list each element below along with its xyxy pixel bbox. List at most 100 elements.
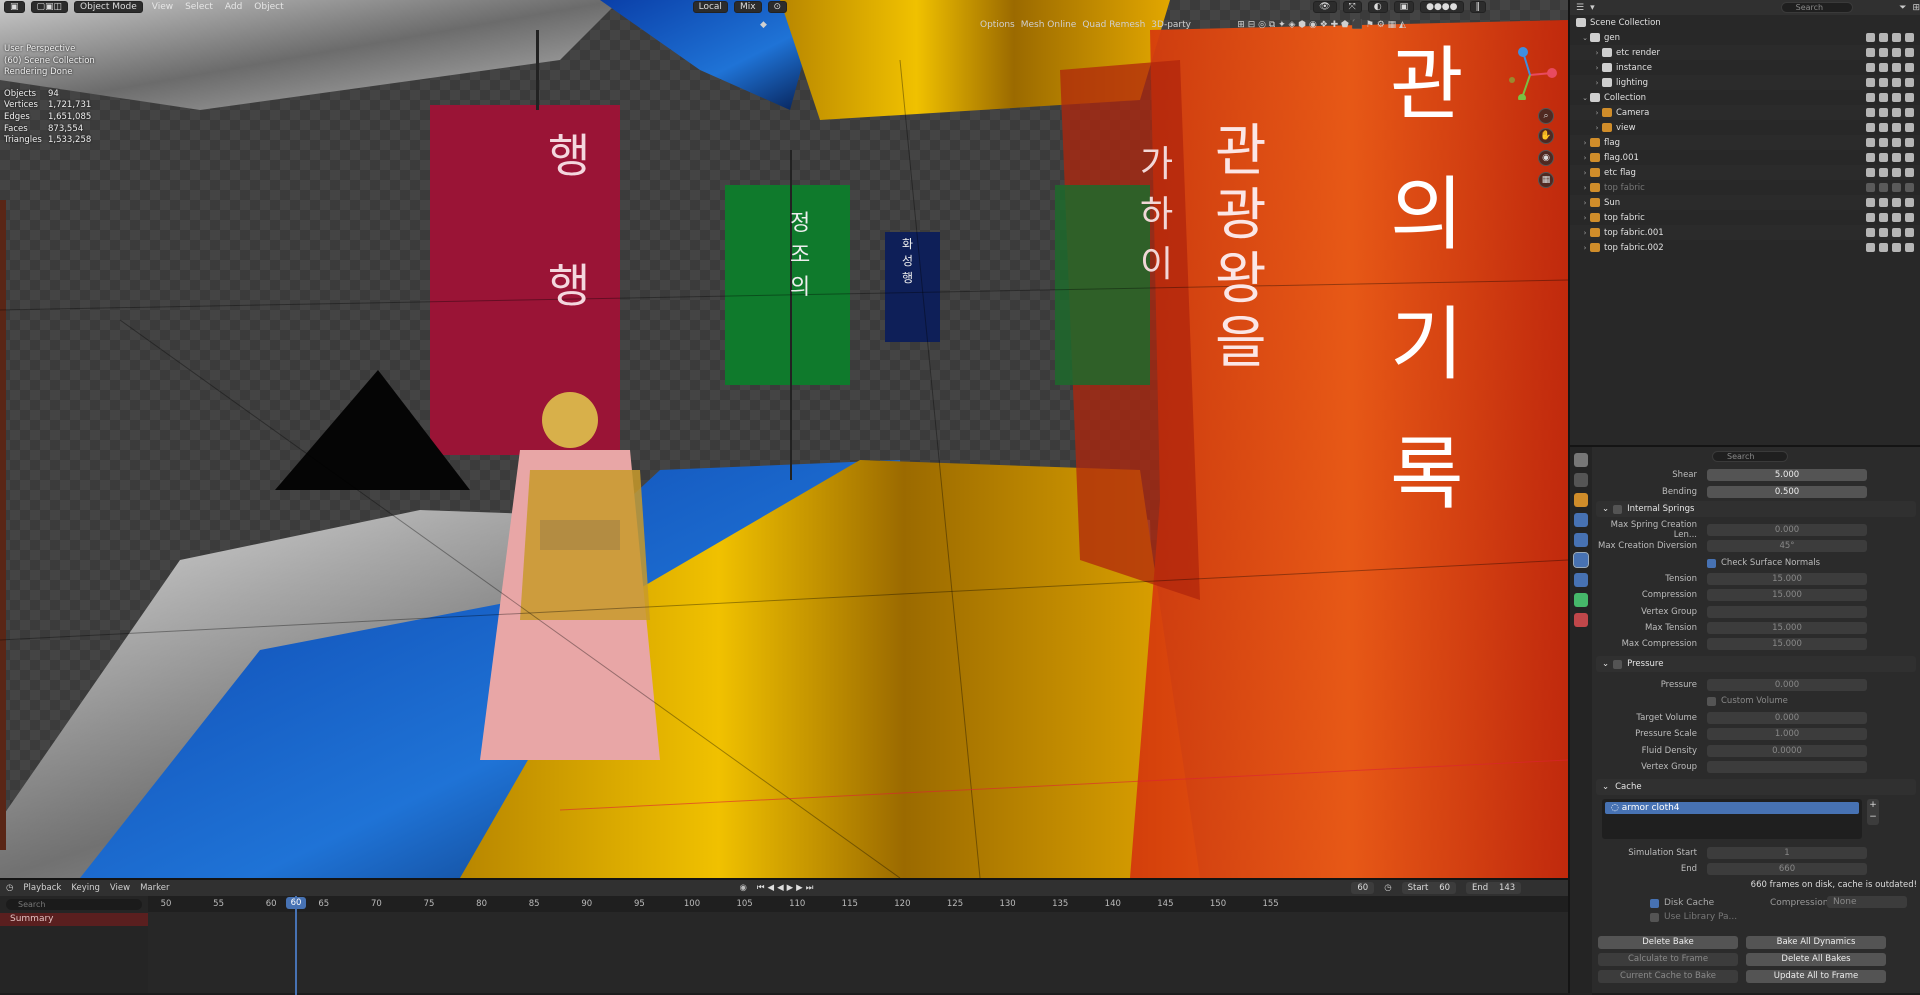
visibility-toggles[interactable] [1866,213,1914,222]
options-button[interactable]: Options [980,20,1015,30]
checkbox-icon[interactable] [1866,168,1875,177]
select-icon[interactable] [1879,93,1888,102]
outliner-item[interactable]: › top fabric.002 [1570,240,1920,255]
sim-start-field[interactable]: 1 [1707,847,1867,859]
select-icon[interactable] [1879,168,1888,177]
render-tab-icon[interactable] [1574,473,1588,487]
pressure-header[interactable]: ⌄ Pressure [1596,656,1916,672]
xray-toggle[interactable]: ▣ [1393,1,1415,13]
camera-icon[interactable] [1905,243,1914,252]
checkbox-icon[interactable] [1866,63,1875,72]
internal-springs-checkbox[interactable] [1613,504,1623,514]
outliner-item[interactable]: ⌄ Collection [1570,90,1920,105]
physics-tab-icon[interactable] [1573,552,1589,568]
max-compression-field[interactable]: 15.000 [1707,638,1867,650]
camera-icon[interactable] [1905,228,1914,237]
record-icon[interactable]: ◉ [739,883,746,893]
mesh-online-button[interactable]: Mesh Online [1021,20,1077,30]
eye-icon[interactable] [1892,123,1901,132]
transform-orientation-dropdown[interactable]: Local [692,1,728,13]
visibility-toggles[interactable] [1866,168,1914,177]
expand-toggle-icon[interactable]: › [1580,139,1590,147]
checkbox-icon[interactable] [1866,48,1875,57]
visibility-toggles[interactable] [1866,123,1914,132]
eye-icon[interactable] [1892,198,1901,207]
expand-toggle-icon[interactable]: › [1580,229,1590,237]
checkbox-icon[interactable] [1866,33,1875,42]
menu-view-timeline[interactable]: View [110,883,130,893]
expand-toggle-icon[interactable]: › [1592,79,1602,87]
outliner-item[interactable]: › top fabric [1570,210,1920,225]
select-icon[interactable] [1879,228,1888,237]
target-volume-field[interactable]: 0.000 [1707,712,1867,724]
bending-field[interactable]: 0.500 [1707,486,1867,498]
visibility-toggles[interactable] [1866,48,1914,57]
camera-icon[interactable] [1905,33,1914,42]
material-tab-icon[interactable] [1574,613,1588,627]
camera-view-icon[interactable]: ◉ [1538,150,1554,166]
outliner-editor-icon[interactable]: ☰ [1576,3,1584,13]
menu-keying[interactable]: Keying [71,883,100,893]
update-all-to-frame-button[interactable]: Update All to Frame [1746,970,1886,983]
delete-all-bakes-button[interactable]: Delete All Bakes [1746,953,1886,966]
expand-toggle-icon[interactable]: › [1580,214,1590,222]
timeline-editor-icon[interactable]: ◷ [6,883,13,893]
camera-icon[interactable] [1905,63,1914,72]
outliner-item[interactable]: ⌄ gen [1570,30,1920,45]
expand-toggle-icon[interactable]: › [1580,199,1590,207]
internal-springs-header[interactable]: ⌄ Internal Springs [1596,501,1916,517]
timeline-ruler[interactable]: 50 55 60 65 70 75 80 85 90 95 100 105 110 115 120 125 13… [148,899,1568,911]
zoom-icon[interactable]: ⌕ [1538,108,1554,124]
visibility-toggles[interactable] [1866,183,1914,192]
timeline-keyframe-area[interactable] [148,912,1568,993]
eye-icon[interactable] [1892,168,1901,177]
pressure-scale-field[interactable]: 1.000 [1707,728,1867,740]
outliner-item[interactable]: › etc flag [1570,165,1920,180]
select-mode-buttons[interactable]: ▢▣◫ [30,1,69,13]
particles-tab-icon[interactable] [1574,533,1588,547]
select-icon[interactable] [1879,33,1888,42]
select-icon[interactable] [1879,138,1888,147]
expand-toggle-icon[interactable]: › [1580,244,1590,252]
visibility-toggles[interactable] [1866,243,1914,252]
addon-icon[interactable]: ◆ [760,20,767,30]
select-icon[interactable] [1879,153,1888,162]
start-frame-field[interactable]: Start 60 [1401,882,1457,894]
clock-icon[interactable]: ◷ [1384,883,1391,893]
eye-icon[interactable] [1892,183,1901,192]
select-icon[interactable] [1879,183,1888,192]
end-frame-field[interactable]: End 143 [1466,882,1522,894]
camera-icon[interactable] [1905,93,1914,102]
outliner-root[interactable]: Scene Collection [1570,15,1920,30]
3d-viewport[interactable]: 행 행 정조의 화성행 관광왕을 가하이 관의 기록 ▣ ▢▣◫ Object … [0,0,1568,878]
check-normals-checkbox[interactable] [1707,558,1716,568]
visibility-dropdown[interactable]: 👁 [1313,1,1337,13]
camera-icon[interactable] [1905,108,1914,117]
checkbox-icon[interactable] [1866,183,1875,192]
checkbox-icon[interactable] [1866,153,1875,162]
eye-icon[interactable] [1892,153,1901,162]
navigation-gizmo[interactable] [1500,40,1560,100]
sim-end-field[interactable]: 660 [1707,863,1867,875]
camera-icon[interactable] [1905,153,1914,162]
outliner-item[interactable]: › top fabric [1570,180,1920,195]
pause-render-button[interactable]: ‖ [1469,1,1487,13]
menu-playback[interactable]: Playback [23,883,61,893]
data-tab-icon[interactable] [1574,593,1588,607]
diversion-field[interactable]: 45° [1707,540,1867,552]
visibility-toggles[interactable] [1866,93,1914,102]
outliner-item[interactable]: › Sun [1570,195,1920,210]
camera-icon[interactable] [1905,198,1914,207]
eye-icon[interactable] [1892,93,1901,102]
expand-toggle-icon[interactable]: › [1580,154,1590,162]
new-collection-icon[interactable]: ⊞ [1912,3,1920,13]
pressure-vertex-group-field[interactable] [1707,761,1867,773]
eye-icon[interactable] [1892,243,1901,252]
visibility-toggles[interactable] [1866,78,1914,87]
checkbox-icon[interactable] [1866,123,1875,132]
select-icon[interactable] [1879,243,1888,252]
playback-controls[interactable]: ⏮◀◀▶▶⏭ [757,883,816,893]
eye-icon[interactable] [1892,48,1901,57]
eye-icon[interactable] [1892,138,1901,147]
expand-toggle-icon[interactable]: › [1592,49,1602,57]
